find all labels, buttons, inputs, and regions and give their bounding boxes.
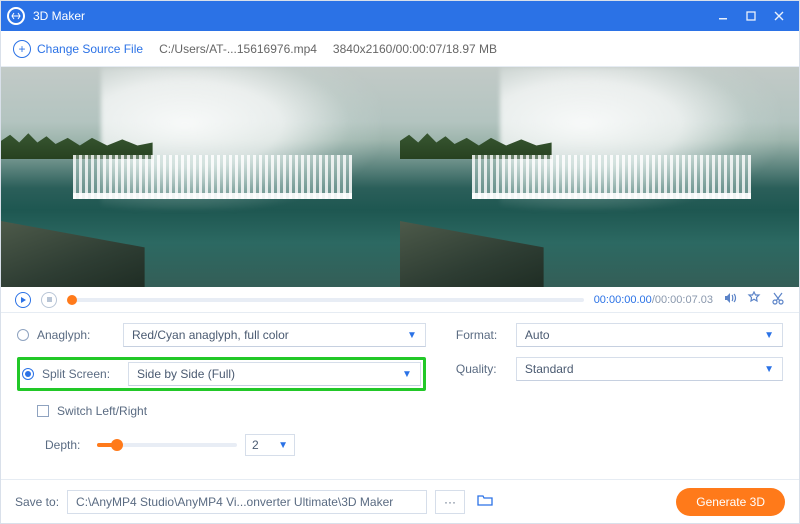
switch-lr-label: Switch Left/Right [57, 404, 147, 418]
depth-row: Depth: 2 ▼ [17, 433, 426, 457]
stop-button[interactable] [41, 292, 57, 308]
change-source-label: Change Source File [37, 42, 143, 56]
plus-icon: + [13, 40, 31, 58]
quality-label: Quality: [456, 362, 508, 376]
split-screen-dropdown[interactable]: Side by Side (Full) ▼ [128, 362, 421, 386]
depth-value-dropdown[interactable]: 2 ▼ [245, 434, 295, 456]
browse-button[interactable]: ··· [435, 490, 465, 514]
split-screen-row: Split Screen: Side by Side (Full) ▼ [22, 362, 421, 386]
save-path-value: C:\AnyMP4 Studio\AnyMP4 Vi...onverter Ul… [76, 495, 393, 509]
format-row: Format: Auto ▼ [456, 323, 783, 347]
depth-value: 2 [252, 438, 259, 452]
chevron-down-icon: ▼ [407, 330, 417, 341]
app-window: 3D Maker + Change Source File C:/Users/A… [0, 0, 800, 524]
quality-dropdown[interactable]: Standard ▼ [516, 357, 783, 381]
play-button[interactable] [15, 292, 31, 308]
anaglyph-label: Anaglyph: [37, 328, 115, 342]
player-bar: 00:00:00.00/00:00:07.03 [1, 287, 799, 313]
format-dropdown[interactable]: Auto ▼ [516, 323, 783, 347]
split-screen-value: Side by Side (Full) [137, 367, 235, 381]
chevron-down-icon: ▼ [764, 330, 774, 341]
format-value: Auto [525, 328, 550, 342]
anaglyph-dropdown[interactable]: Red/Cyan anaglyph, full color ▼ [123, 323, 426, 347]
seek-slider[interactable] [67, 298, 584, 302]
timecode: 00:00:00.00/00:00:07.03 [594, 294, 713, 306]
chevron-down-icon: ▼ [278, 440, 288, 451]
chevron-down-icon: ▼ [764, 364, 774, 375]
anaglyph-radio[interactable] [17, 329, 29, 341]
quality-row: Quality: Standard ▼ [456, 357, 783, 381]
close-button[interactable] [765, 2, 793, 30]
generate-label: Generate 3D [696, 495, 765, 509]
depth-label: Depth: [45, 438, 89, 452]
split-screen-radio[interactable] [22, 368, 34, 380]
anaglyph-row: Anaglyph: Red/Cyan anaglyph, full color … [17, 323, 426, 347]
anaglyph-value: Red/Cyan anaglyph, full color [132, 328, 289, 342]
save-to-label: Save to: [15, 495, 59, 509]
switch-lr-row: Switch Left/Right [17, 399, 426, 423]
snapshot-icon[interactable] [747, 291, 761, 308]
titlebar: 3D Maker [1, 1, 799, 31]
app-icon [7, 7, 25, 25]
change-source-button[interactable]: + Change Source File [13, 40, 143, 58]
volume-icon[interactable] [723, 291, 737, 308]
generate-3d-button[interactable]: Generate 3D [676, 488, 785, 516]
source-file-info: 3840x2160/00:00:07/18.97 MB [333, 42, 497, 56]
switch-lr-checkbox[interactable] [37, 405, 49, 417]
chevron-down-icon: ▼ [402, 369, 412, 380]
maximize-button[interactable] [737, 2, 765, 30]
app-title: 3D Maker [33, 9, 85, 23]
quality-value: Standard [525, 362, 574, 376]
split-screen-label: Split Screen: [42, 367, 120, 381]
minimize-button[interactable] [709, 2, 737, 30]
save-path-field[interactable]: C:\AnyMP4 Studio\AnyMP4 Vi...onverter Ul… [67, 490, 427, 514]
time-total: 00:00:07.03 [655, 294, 713, 306]
video-preview [1, 67, 799, 287]
options-area: Anaglyph: Red/Cyan anaglyph, full color … [1, 313, 799, 479]
source-file-path: C:/Users/AT-...15616976.mp4 [159, 42, 317, 56]
cut-icon[interactable] [771, 291, 785, 308]
open-folder-button[interactable] [473, 493, 497, 510]
depth-slider[interactable] [97, 443, 237, 447]
format-label: Format: [456, 328, 508, 342]
time-current: 00:00:00.00 [594, 294, 652, 306]
preview-right [400, 67, 799, 287]
footer: Save to: C:\AnyMP4 Studio\AnyMP4 Vi...on… [1, 479, 799, 523]
split-screen-highlight: Split Screen: Side by Side (Full) ▼ [17, 357, 426, 391]
preview-left [1, 67, 400, 287]
toolbar: + Change Source File C:/Users/AT-...1561… [1, 31, 799, 67]
